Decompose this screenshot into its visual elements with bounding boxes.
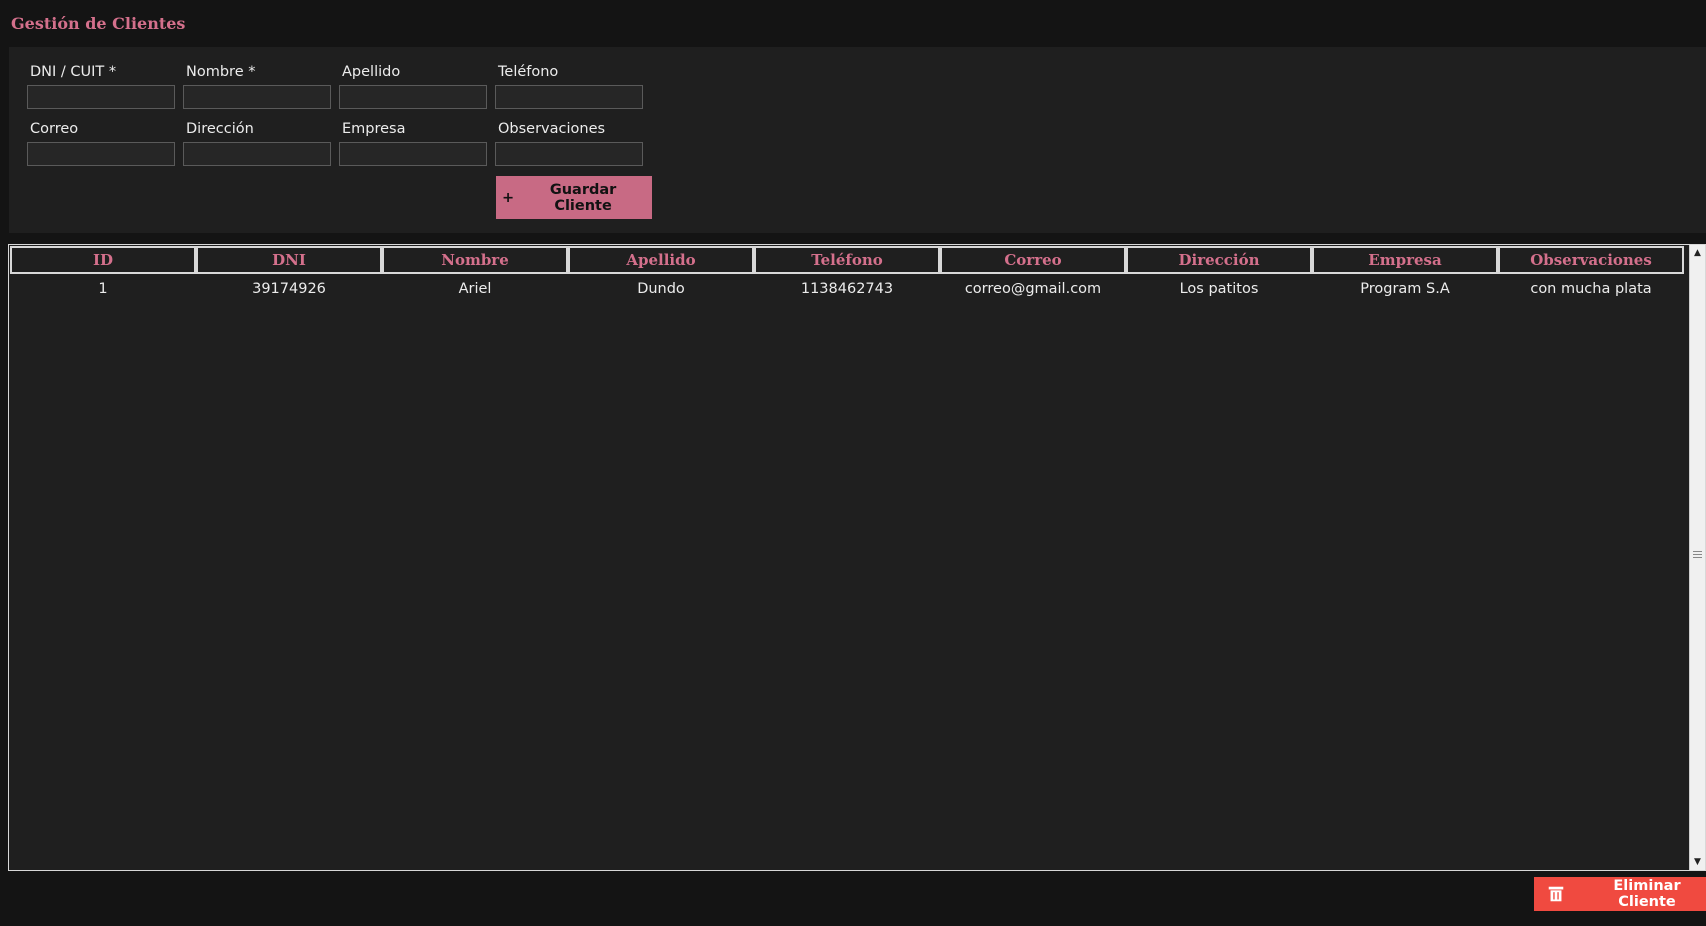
delete-client-button[interactable]: Eliminar Cliente bbox=[1534, 877, 1706, 911]
apellido-input[interactable] bbox=[339, 85, 487, 109]
field-apellido: Apellido bbox=[339, 62, 487, 109]
cell-nombre: Ariel bbox=[458, 281, 492, 297]
cell-correo: correo@gmail.com bbox=[964, 281, 1102, 297]
trash-icon bbox=[1548, 886, 1564, 902]
field-telefono: Teléfono bbox=[495, 62, 643, 109]
nombre-label: Nombre * bbox=[186, 64, 256, 80]
client-management-window: Gestión de Clientes DNI / CUIT * Nombre … bbox=[0, 0, 1706, 926]
cell-telefono: 1138462743 bbox=[800, 281, 894, 297]
table-header: ID DNI Nombre Apellido Teléfono Correo D… bbox=[10, 246, 1690, 274]
plus-icon: + bbox=[502, 189, 515, 206]
save-client-label: Guardar Cliente bbox=[549, 181, 617, 214]
direccion-label: Dirección bbox=[186, 121, 254, 137]
column-header-empresa[interactable]: Empresa bbox=[1312, 246, 1498, 274]
apellido-label: Apellido bbox=[342, 64, 401, 80]
cell-dni: 39174926 bbox=[252, 281, 326, 297]
page-title: Gestión de Clientes bbox=[11, 14, 186, 33]
field-observaciones: Observaciones bbox=[495, 119, 643, 166]
column-header-correo[interactable]: Correo bbox=[940, 246, 1126, 274]
correo-input[interactable] bbox=[27, 142, 175, 166]
cell-empresa: Program S.A bbox=[1360, 281, 1450, 297]
cell-observaciones: con mucha plata bbox=[1530, 281, 1652, 297]
nombre-input[interactable] bbox=[183, 85, 331, 109]
field-empresa: Empresa bbox=[339, 119, 487, 166]
field-correo: Correo bbox=[27, 119, 175, 166]
table-row[interactable]: 1 39174926 Ariel Dundo 1138462743 correo… bbox=[10, 274, 1690, 304]
field-direccion: Dirección bbox=[183, 119, 331, 166]
correo-label: Correo bbox=[30, 121, 79, 137]
dni-label: DNI / CUIT * bbox=[30, 64, 117, 80]
column-header-apellido[interactable]: Apellido bbox=[568, 246, 754, 274]
empresa-label: Empresa bbox=[342, 121, 406, 137]
clients-grid: ID DNI Nombre Apellido Teléfono Correo D… bbox=[10, 246, 1690, 304]
field-dni: DNI / CUIT * bbox=[27, 62, 175, 109]
observaciones-input[interactable] bbox=[495, 142, 643, 166]
observaciones-label: Observaciones bbox=[498, 121, 606, 137]
column-header-nombre[interactable]: Nombre bbox=[382, 246, 568, 274]
field-nombre: Nombre * bbox=[183, 62, 331, 109]
telefono-label: Teléfono bbox=[498, 64, 559, 80]
client-form: DNI / CUIT * Nombre * Apellido Teléfono … bbox=[9, 47, 1706, 233]
save-client-button[interactable]: + Guardar Cliente bbox=[496, 176, 652, 219]
scroll-grip-icon[interactable] bbox=[1693, 551, 1702, 560]
column-header-dni[interactable]: DNI bbox=[196, 246, 382, 274]
column-header-direccion[interactable]: Dirección bbox=[1126, 246, 1312, 274]
clients-table[interactable]: ID DNI Nombre Apellido Teléfono Correo D… bbox=[8, 244, 1706, 871]
delete-client-label: Eliminar Cliente bbox=[1613, 878, 1681, 910]
column-header-telefono[interactable]: Teléfono bbox=[754, 246, 940, 274]
cell-id: 1 bbox=[98, 281, 108, 297]
column-header-id[interactable]: ID bbox=[10, 246, 196, 274]
cell-apellido: Dundo bbox=[637, 281, 685, 297]
vertical-scrollbar[interactable]: ▲ ▼ bbox=[1689, 245, 1705, 870]
empresa-input[interactable] bbox=[339, 142, 487, 166]
cell-direccion: Los patitos bbox=[1179, 281, 1259, 297]
dni-input[interactable] bbox=[27, 85, 175, 109]
telefono-input[interactable] bbox=[495, 85, 643, 109]
scroll-down-arrow-icon[interactable]: ▼ bbox=[1690, 855, 1705, 869]
scroll-up-arrow-icon[interactable]: ▲ bbox=[1690, 246, 1705, 260]
direccion-input[interactable] bbox=[183, 142, 331, 166]
column-header-observaciones[interactable]: Observaciones bbox=[1498, 246, 1684, 274]
